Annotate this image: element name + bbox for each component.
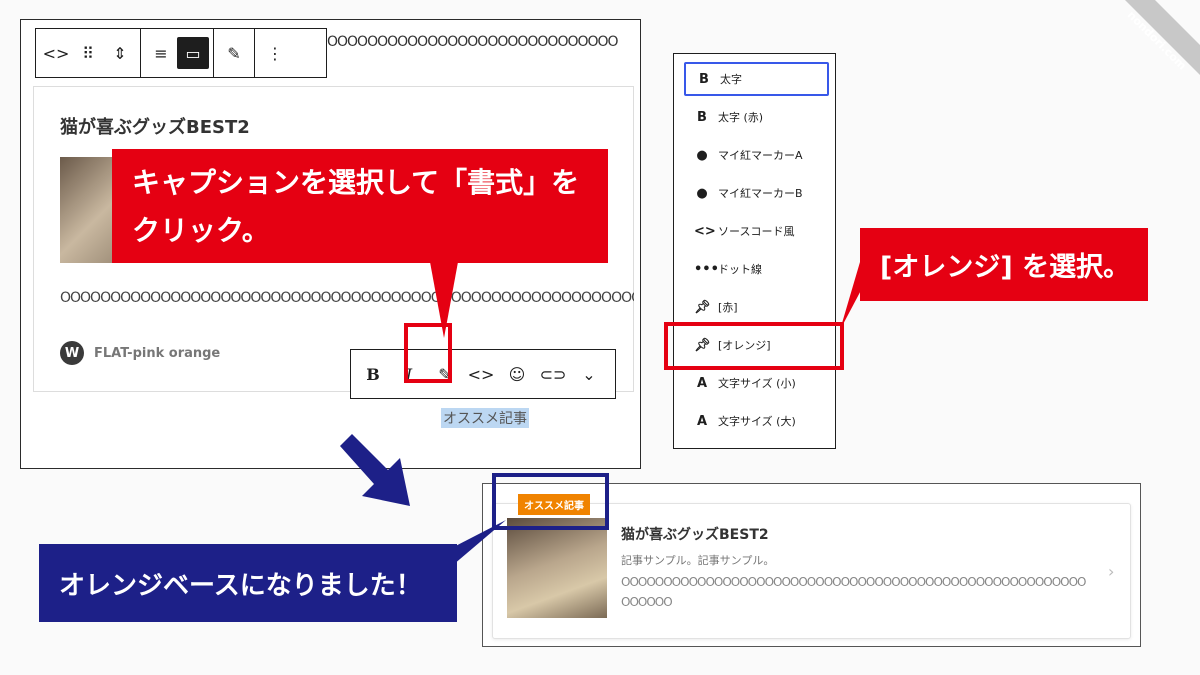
result-excerpt: 記事サンプル。記事サンプル。 <box>621 554 775 567</box>
dropdown-item-bold[interactable]: B 太字 <box>684 62 829 96</box>
toolbar-group-highlight: ✎ <box>214 29 255 77</box>
chevron-down-icon[interactable]: ⌄ <box>571 356 607 392</box>
toolbar-group-align: ≡ ▭ <box>141 29 214 77</box>
inline-code-icon[interactable]: <> <box>463 356 499 392</box>
font-size-icon: A <box>696 413 708 429</box>
orange-item-highlight-box <box>664 322 844 370</box>
callout1-pointer <box>430 262 458 338</box>
dropdown-item-bold-red[interactable]: B 太字 (赤) <box>684 100 829 134</box>
emoji-icon[interactable]: ☺ <box>499 356 535 392</box>
result-callout: オレンジベースになりました！ <box>39 544 457 622</box>
callout1-line2: クリック。 <box>132 214 270 247</box>
corner-ribbon <box>1125 0 1200 75</box>
align-icon[interactable]: ≡ <box>145 37 177 69</box>
dropdown-item-label: マイ紅マーカーA <box>718 149 803 162</box>
instruction-callout-2: [オレンジ] を選択。 <box>860 228 1148 301</box>
drag-handle-icon[interactable]: ⠿ <box>72 37 104 69</box>
bold-icon: B <box>697 109 707 125</box>
bold-icon: B <box>699 71 709 87</box>
bold-button[interactable]: B <box>355 356 391 392</box>
dropdown-item-label: ドット線 <box>718 263 762 276</box>
down-right-arrow-icon <box>340 434 410 506</box>
toolbar-group-more: ⋮ <box>255 29 295 77</box>
dropdown-item-label: ソースコード風 <box>718 225 795 238</box>
dropdown-item-dotted[interactable]: ••• ドット線 <box>684 252 829 286</box>
pin-icon: 📌︎ <box>694 299 711 315</box>
site-label: FLAT-pink orange <box>94 345 221 361</box>
instruction-callout-1: キャプションを選択して「書式」を クリック。 <box>112 149 608 263</box>
chevron-right-icon: › <box>1108 562 1115 581</box>
toolbar-group-block: <> ⠿ ⇕ <box>36 29 141 77</box>
more-options-icon[interactable]: ⋮ <box>259 37 291 69</box>
code-icon: <> <box>694 223 716 239</box>
result-title: 猫が喜ぶグッズBEST2 <box>621 527 769 543</box>
dropdown-item-label: 太字 <box>720 73 742 86</box>
dropdown-item-label: 文字サイズ (小) <box>718 377 796 390</box>
font-size-icon: A <box>696 375 708 391</box>
format-dropdown: B 太字 B 太字 (赤) ● マイ紅マーカーA ● マイ紅マーカーB <> ソ… <box>673 53 836 449</box>
format-toolbar: B I ✎ <> ☺ ⊂⊃ ⌄ <box>350 349 616 399</box>
dropdown-item-marker-b[interactable]: ● マイ紅マーカーB <box>684 176 829 210</box>
dropdown-item-label: [赤] <box>718 301 738 314</box>
dropdown-item-font-large[interactable]: A 文字サイズ (大) <box>684 404 829 438</box>
dropdown-item-red[interactable]: 📌︎ [赤] <box>684 290 829 324</box>
result-circles: OOOOOOOOOOOOOOOOOOOOOOOOOOOOOOOOOOOOOOOO… <box>621 575 1087 609</box>
dropdown-item-font-small[interactable]: A 文字サイズ (小) <box>684 366 829 400</box>
dropdown-item-code[interactable]: <> ソースコード風 <box>684 214 829 248</box>
move-up-down-icon[interactable]: ⇕ <box>104 37 136 69</box>
user-icon: ● <box>696 147 708 163</box>
dropdown-item-marker-a[interactable]: ● マイ紅マーカーA <box>684 138 829 172</box>
dropdown-item-label: マイ紅マーカーB <box>718 187 803 200</box>
block-toolbar: <> ⠿ ⇕ ≡ ▭ ✎ ⋮ <box>35 28 327 78</box>
dropdown-item-label: 文字サイズ (大) <box>718 415 796 428</box>
result-thumbnail <box>507 518 607 618</box>
callout1-line1: キャプションを選択して「書式」を <box>132 166 580 199</box>
wordpress-icon: W <box>60 341 84 365</box>
placeholder-circles: OOOOOOOOOOOOOOOOOOOOOOOOOOOOO <box>327 34 619 50</box>
dots-icon: ••• <box>694 261 719 277</box>
placeholder-circles: OOOOOOOOOOOOOOOOOOOOOOOOOOOOOOOOOOOOOOOO… <box>60 290 634 306</box>
site-info: W FLAT-pink orange <box>60 341 220 365</box>
selected-caption[interactable]: オススメ記事 <box>441 408 529 428</box>
dropdown-item-label: 太字 (赤) <box>718 111 764 124</box>
user-icon: ● <box>696 185 708 201</box>
card-title: 猫が喜ぶグッズBEST2 <box>60 117 250 138</box>
code-block-icon[interactable]: <> <box>40 37 72 69</box>
link-icon[interactable]: ⊂⊃ <box>535 356 571 392</box>
caption-icon[interactable]: ▭ <box>177 37 209 69</box>
highlight-pen-icon[interactable]: ✎ <box>218 37 250 69</box>
